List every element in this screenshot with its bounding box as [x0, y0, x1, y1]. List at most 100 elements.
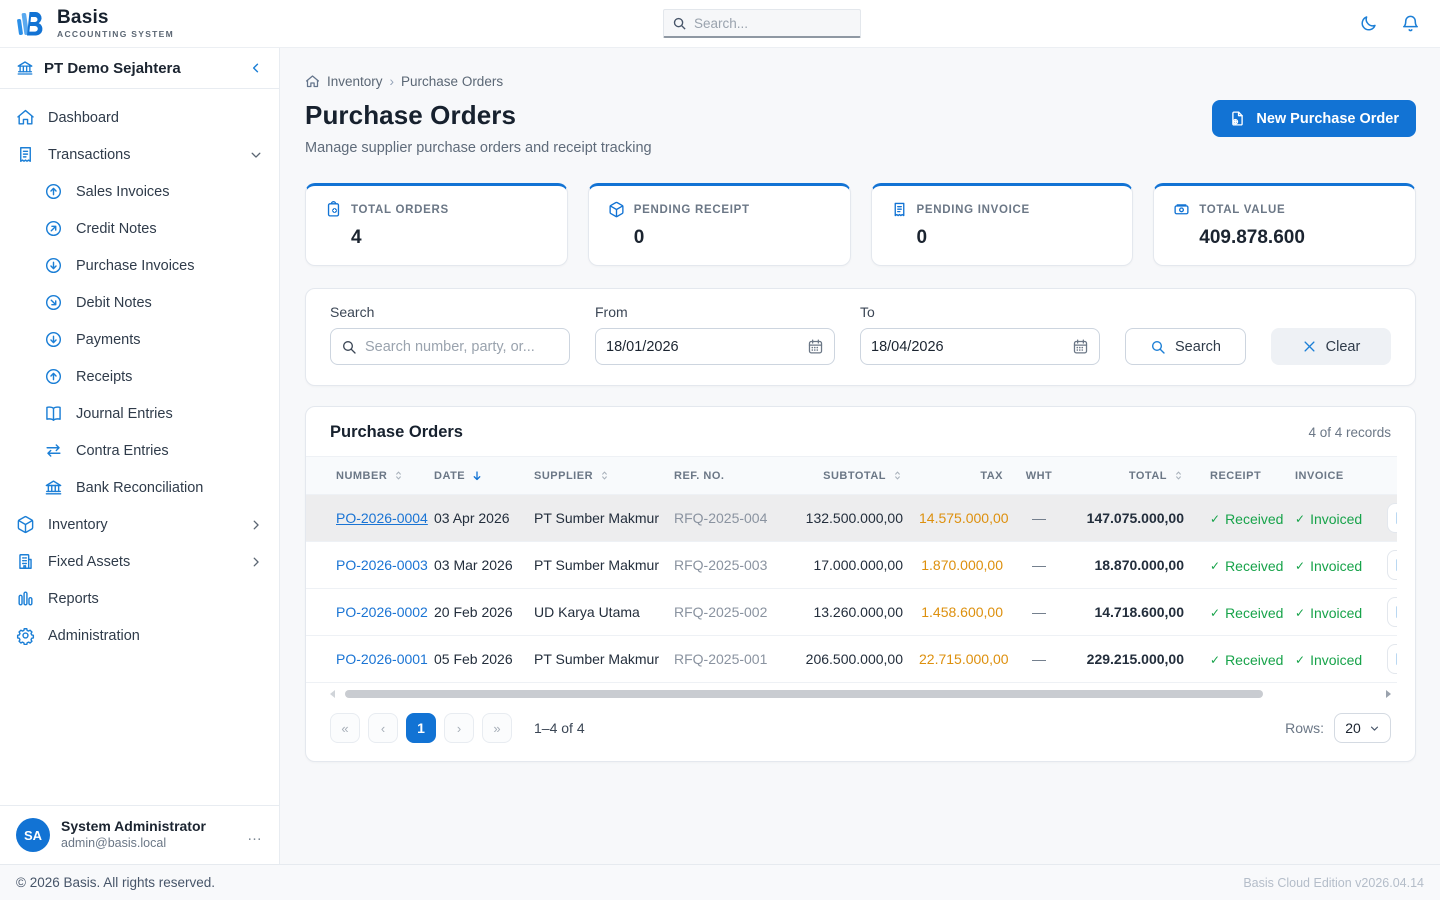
search-button[interactable]: Search [1125, 328, 1246, 365]
circle-arrow-up-right-icon [44, 219, 63, 238]
sidebar-item-sales-invoices[interactable]: Sales Invoices [0, 173, 279, 210]
page-1-button[interactable]: 1 [406, 713, 436, 743]
next-page-button[interactable]: › [444, 713, 474, 743]
global-search[interactable] [663, 9, 861, 38]
po-number-link[interactable]: PO-2026-0004 [336, 510, 428, 526]
stat-value: 4 [351, 227, 362, 248]
column-header-wht: WHT [1011, 456, 1067, 495]
view-document-button[interactable] [1387, 550, 1397, 580]
view-document-button[interactable] [1387, 503, 1397, 533]
table-row[interactable]: PO-2026-0004 03 Apr 2026 PT Sumber Makmu… [306, 494, 1397, 542]
clipboard-plus-icon [325, 201, 342, 218]
stat-label: PENDING RECEIPT [633, 203, 750, 216]
po-subtotal: 13.260.000,00 [796, 588, 911, 636]
sidebar-item-payments[interactable]: Payments [0, 321, 279, 358]
table-row[interactable]: PO-2026-0002 20 Feb 2026 UD Karya Utama … [306, 588, 1397, 636]
records-count: 4 of 4 records [1308, 425, 1391, 440]
receipt-status-badge: ✓ Received [1210, 510, 1284, 527]
sidebar-item-fixed-assets[interactable]: Fixed Assets [0, 543, 279, 580]
to-date-field[interactable] [860, 328, 1100, 365]
column-header-total[interactable]: TOTAL [1067, 456, 1192, 495]
po-date: 05 Feb 2026 [426, 635, 526, 683]
po-number-link[interactable]: PO-2026-0003 [336, 557, 428, 573]
po-number-link[interactable]: PO-2026-0001 [336, 651, 428, 667]
column-header-supplier[interactable]: SUPPLIER [526, 456, 666, 495]
search-field-group: Search [330, 304, 570, 365]
table-row[interactable]: PO-2026-0003 03 Mar 2026 PT Sumber Makmu… [306, 541, 1397, 589]
version-text: Basis Cloud Edition v2026.04.14 [1243, 875, 1424, 890]
first-page-button[interactable]: « [330, 713, 360, 743]
user-meta: System Administrator admin@basis.local [61, 818, 236, 851]
previous-page-button[interactable]: ‹ [368, 713, 398, 743]
notifications-button[interactable] [1398, 12, 1422, 36]
brand: Basis ACCOUNTING SYSTEM [0, 7, 280, 41]
bar-chart-icon [16, 589, 35, 608]
breadcrumb-separator: › [389, 74, 395, 89]
sidebar-item-debit-notes[interactable]: Debit Notes [0, 284, 279, 321]
company-selector[interactable]: PT Demo Sejahtera [0, 48, 279, 89]
new-purchase-order-button[interactable]: New Purchase Order [1212, 100, 1416, 137]
sidebar-item-label: Sales Invoices [76, 183, 170, 200]
po-tax: 22.715.000,00 [911, 635, 1011, 683]
scrollbar-thumb[interactable] [345, 690, 1263, 698]
main-content: Inventory › Purchase Orders Purchase Ord… [280, 48, 1440, 864]
sidebar-item-transactions[interactable]: Transactions [0, 136, 279, 173]
po-subtotal: 132.500.000,00 [796, 494, 911, 542]
column-header-number[interactable]: NUMBER [306, 456, 426, 495]
po-total: 229.215.000,00 [1067, 635, 1192, 683]
sidebar-item-journal-entries[interactable]: Journal Entries [0, 395, 279, 432]
last-page-button[interactable]: » [482, 713, 512, 743]
horizontal-scrollbar[interactable] [330, 688, 1391, 700]
view-document-button[interactable] [1387, 597, 1397, 627]
global-search-input[interactable] [694, 15, 844, 31]
calendar-icon[interactable] [1072, 338, 1089, 355]
sort-desc-icon [473, 470, 481, 480]
sidebar-item-inventory[interactable]: Inventory [0, 506, 279, 543]
scroll-left-arrow[interactable] [330, 690, 335, 698]
sidebar-item-contra-entries[interactable]: Contra Entries [0, 432, 279, 469]
column-header-subtotal[interactable]: SUBTOTAL [796, 456, 911, 495]
building-icon [16, 552, 35, 571]
to-date-input[interactable] [871, 338, 1064, 355]
content-row: PT Demo Sejahtera Dashboard Transactions [0, 48, 1440, 864]
search-input[interactable] [365, 338, 559, 355]
search-button-label: Search [1175, 338, 1221, 355]
sidebar-item-credit-notes[interactable]: Credit Notes [0, 210, 279, 247]
chevron-right-icon [249, 518, 263, 532]
sidebar-item-receipts[interactable]: Receipts [0, 358, 279, 395]
column-header-date[interactable]: DATE [426, 456, 526, 495]
sidebar-collapse-button[interactable] [249, 61, 263, 75]
sidebar-item-reports[interactable]: Reports [0, 580, 279, 617]
po-number-link[interactable]: PO-2026-0002 [336, 604, 428, 620]
table-scroll-area[interactable]: NUMBER DATE SUPPLIER REF. NO. SUBTOTAL T… [306, 456, 1397, 683]
sidebar-item-label: Debit Notes [76, 294, 152, 311]
stat-cards: TOTAL ORDERS 4 PENDING RECEIPT 0 PENDING… [305, 183, 1416, 266]
sidebar-item-dashboard[interactable]: Dashboard [0, 99, 279, 136]
sidebar-item-administration[interactable]: Administration [0, 617, 279, 654]
user-menu-button[interactable]: … [247, 827, 263, 844]
view-document-button[interactable] [1387, 644, 1397, 674]
home-icon[interactable] [305, 74, 320, 89]
footer: © 2026 Basis. All rights reserved. Basis… [0, 864, 1440, 900]
rows-per-page-select[interactable]: 20 [1334, 713, 1391, 743]
document-search-icon [1396, 606, 1397, 618]
search-icon [672, 16, 687, 31]
from-date-field[interactable] [595, 328, 835, 365]
scroll-right-arrow[interactable] [1386, 690, 1391, 698]
search-field[interactable] [330, 328, 570, 365]
from-date-input[interactable] [606, 338, 799, 355]
po-ref: RFQ-2025-001 [666, 635, 796, 683]
dark-mode-toggle[interactable] [1356, 12, 1380, 36]
clear-button[interactable]: Clear [1271, 328, 1391, 365]
filter-bar: Search From To [305, 288, 1416, 386]
calendar-icon[interactable] [807, 338, 824, 355]
table-row[interactable]: PO-2026-0001 05 Feb 2026 PT Sumber Makmu… [306, 635, 1397, 683]
close-icon [1302, 339, 1317, 354]
sidebar-item-purchase-invoices[interactable]: Purchase Invoices [0, 247, 279, 284]
invoice-status-badge: ✓ Invoiced [1295, 651, 1363, 668]
scrollbar-track[interactable] [339, 690, 1382, 698]
sidebar-item-bank-reconciliation[interactable]: Bank Reconciliation [0, 469, 279, 506]
po-date: 03 Apr 2026 [426, 494, 526, 542]
sort-icon [602, 471, 607, 480]
breadcrumb-item-inventory[interactable]: Inventory [327, 74, 383, 89]
